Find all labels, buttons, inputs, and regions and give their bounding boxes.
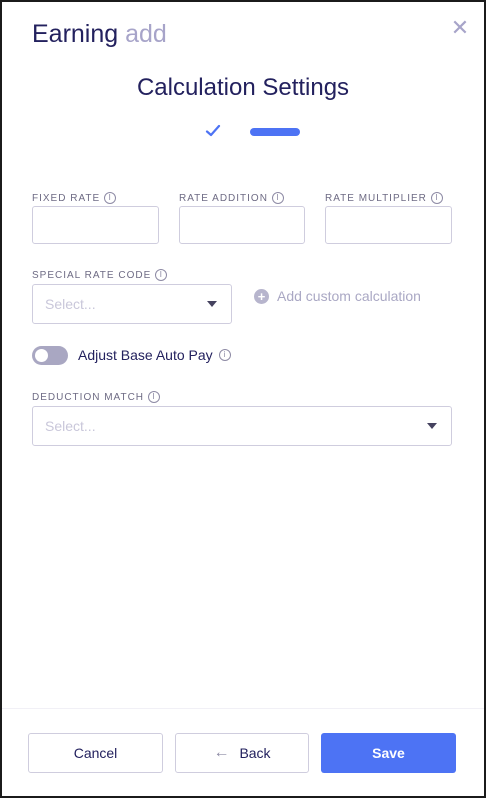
info-icon[interactable]: i: [104, 192, 117, 204]
rate-multiplier-input[interactable]: [325, 206, 452, 244]
toggle-label: Adjust Base Auto Pay i: [78, 347, 231, 363]
rate-addition-input[interactable]: [179, 206, 305, 244]
info-icon[interactable]: i: [148, 391, 161, 403]
info-icon[interactable]: i: [430, 192, 443, 204]
rate-multiplier-label-text: RATE MULTIPLIER: [325, 192, 427, 204]
fixed-rate-label-text: FIXED RATE: [32, 192, 101, 204]
check-icon: [205, 124, 221, 137]
arrow-left-icon: ←: [213, 744, 230, 761]
save-button[interactable]: Save: [321, 733, 456, 773]
special-rate-code-label: SPECIAL RATE CODE i: [32, 269, 168, 281]
back-label: Back: [239, 745, 271, 761]
footer-divider: [2, 708, 484, 709]
toggle-label-text: Adjust Base Auto Pay: [78, 347, 213, 363]
active-step-bar: [250, 128, 300, 136]
select-placeholder: Select...: [45, 296, 96, 312]
chevron-down-icon: [427, 423, 437, 429]
page-heading: Calculation Settings: [136, 74, 350, 101]
select-placeholder: Select...: [45, 418, 96, 434]
fixed-rate-input[interactable]: [32, 206, 159, 244]
toggle-knob: [35, 349, 48, 362]
adjust-base-auto-pay-toggle[interactable]: [32, 346, 68, 365]
title-text: Earning: [32, 20, 119, 48]
close-icon[interactable]: ✕: [450, 17, 470, 39]
info-icon[interactable]: i: [271, 192, 284, 204]
rate-addition-label: RATE ADDITION i: [179, 192, 284, 204]
fixed-rate-label: FIXED RATE i: [32, 192, 117, 204]
add-custom-label: Add custom calculation: [277, 288, 421, 304]
cancel-button[interactable]: Cancel: [28, 733, 163, 773]
deduction-match-select[interactable]: Select...: [32, 406, 452, 446]
rate-multiplier-label: RATE MULTIPLIER i: [325, 192, 443, 204]
cancel-label: Cancel: [73, 745, 118, 761]
special-rate-code-label-text: SPECIAL RATE CODE: [32, 269, 152, 281]
add-custom-calculation-button[interactable]: + Add custom calculation: [254, 288, 421, 304]
step-indicator: [2, 122, 484, 142]
info-icon[interactable]: i: [155, 269, 168, 281]
back-button[interactable]: ← Back: [175, 733, 309, 773]
plus-circle-icon: +: [254, 288, 269, 304]
deduction-match-label-text: DEDUCTION MATCH: [32, 391, 145, 403]
info-icon[interactable]: i: [218, 349, 231, 361]
save-label: Save: [372, 745, 405, 761]
chevron-down-icon: [207, 301, 217, 307]
rate-addition-label-text: RATE ADDITION: [179, 192, 268, 204]
title-subtitle: add: [125, 20, 167, 48]
dialog-title: Earning add: [32, 20, 167, 49]
deduction-match-label: DEDUCTION MATCH i: [32, 391, 161, 403]
special-rate-code-select[interactable]: Select...: [32, 284, 232, 324]
earning-dialog: Earning add ✕ Calculation Settings FIXED…: [0, 0, 486, 798]
